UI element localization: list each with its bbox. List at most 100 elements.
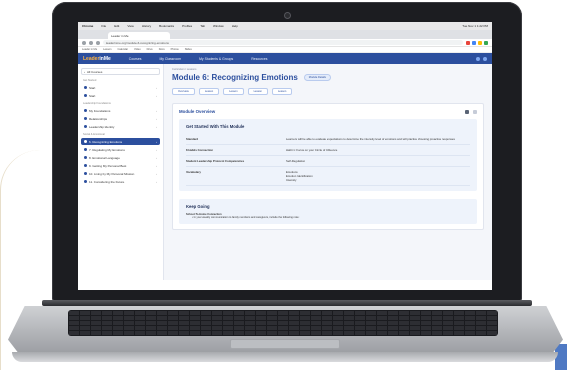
laptop-hinge [42, 300, 532, 306]
module-tab[interactable]: Lesson [198, 88, 220, 95]
nav-courses[interactable]: Courses [129, 57, 142, 61]
sidebar-group-label: Get Started [83, 79, 97, 82]
sidebar-item[interactable]: My Foundations › [81, 107, 160, 114]
sidebar-item-label: Start [89, 85, 96, 90]
sidebar-group-label: Social & Emotional [83, 133, 105, 136]
sidebar-item[interactable]: 9. Getting My Personal Best › [81, 162, 160, 169]
sidebar-item[interactable]: 8. Emotional Language › [81, 154, 160, 161]
header-actions [476, 56, 487, 61]
get-started-section: Get Started With This Module Standard Lea… [179, 119, 477, 191]
overview-row-value: Self-Regulation [286, 159, 306, 163]
bullet-icon [84, 140, 87, 143]
print-icon[interactable] [465, 109, 469, 114]
forward-icon[interactable] [89, 40, 93, 45]
bullet-icon [84, 156, 87, 159]
overview-card: Module Overview Get Started With This Mo… [172, 103, 484, 230]
nav-students[interactable]: My Students & Groups [199, 57, 233, 61]
chevron-left-icon: ‹ [84, 69, 85, 74]
sidebar-item[interactable]: Relationships › [81, 115, 160, 122]
back-icon[interactable] [82, 40, 86, 45]
overview-row-label: 8 Habits Connection [186, 148, 214, 152]
module-tab[interactable]: Lesson [271, 88, 293, 95]
menu-profiles[interactable]: Profiles [182, 24, 192, 28]
menu-view[interactable]: View [127, 24, 133, 28]
chevron-right-icon: › [156, 171, 157, 176]
bullet-icon [84, 125, 87, 128]
bookmark-item[interactable]: Leader in Me [82, 48, 97, 51]
extension-icon[interactable] [478, 40, 482, 45]
bookmark-item[interactable]: Drive [147, 48, 153, 51]
url-field[interactable]: leaderinme.org/module-6-recognizing-emot… [103, 40, 463, 45]
module-tab[interactable]: Lesson [247, 88, 268, 95]
bullet-icon [84, 109, 87, 112]
breadcrumb: Curriculum / Lessons [172, 68, 197, 71]
bookmark-item[interactable]: Video [134, 48, 141, 51]
menu-help[interactable]: Help [232, 24, 238, 28]
app-logo[interactable]: LeaderinMe [83, 56, 111, 62]
school-home-text: • In your weekly communication to family… [192, 216, 300, 219]
main-content: Curriculum / Lessons Module 6: Recognizi… [164, 64, 492, 280]
menu-history[interactable]: History [142, 24, 151, 28]
sidebar-item[interactable]: Start › [81, 84, 160, 91]
sidebar-item[interactable]: 11. Considering the Future › [81, 178, 160, 185]
extension-icon[interactable] [472, 40, 476, 45]
overview-row-value: Emotions Emotion Identification Intensit… [286, 170, 313, 182]
laptop-scene: Chrome File Edit View History Bookmarks Profil… [0, 0, 567, 370]
decorative-accent [555, 344, 567, 370]
bookmark-item[interactable]: Calendar [118, 48, 129, 51]
sidebar-item-label: Leadership Identity [89, 124, 115, 129]
sidebar-item[interactable]: 7. Regulating My Emotions › [81, 146, 160, 153]
menu-file[interactable]: File [101, 24, 106, 28]
overview-row-value: Learners will be able to evaluate expect… [286, 137, 455, 141]
sidebar-item[interactable]: 6. Recognizing Emotions › [81, 138, 160, 145]
keep-going-title: Keep Going [186, 204, 210, 209]
extensions [466, 40, 488, 45]
bookmark-item[interactable]: Docs [159, 48, 165, 51]
extension-icon[interactable] [484, 40, 488, 45]
nav-resources[interactable]: Resources [251, 57, 267, 61]
sidebar-item[interactable]: Leadership Identity › [81, 123, 160, 130]
module-details-button[interactable]: Module Details [303, 74, 331, 81]
sidebar-item-label: 7. Regulating My Emotions [89, 147, 125, 152]
trackpad [230, 339, 340, 349]
nav-classroom[interactable]: My Classroom [159, 57, 181, 61]
webcam-icon [284, 12, 291, 19]
address-bar-row: leaderinme.org/module-6-recognizing-emot… [78, 39, 492, 47]
sidebar: ‹ All Courses Get Started Start › Start › Lea… [78, 64, 164, 280]
bookmark-item[interactable]: Slides [185, 48, 192, 51]
overview-row: Standard Learners will be able to evaluat… [186, 134, 470, 145]
module-tab[interactable]: Lesson [223, 88, 244, 95]
chevron-right-icon: › [156, 93, 157, 98]
collapse-icon[interactable] [473, 109, 477, 114]
module-tab[interactable]: Overview [172, 88, 195, 95]
browser-tab[interactable]: Leader in Me [108, 32, 170, 39]
menu-tab[interactable]: Tab [200, 24, 205, 28]
keep-going-section: Keep Going School-To-Home Connection • I… [179, 199, 477, 224]
bullet-icon [84, 86, 87, 89]
menu-chrome[interactable]: Chrome [82, 24, 93, 28]
app-header: LeaderinMe Courses My Classroom My Stude… [78, 53, 492, 64]
overview-row-label: Vocabulary [186, 170, 201, 174]
chevron-right-icon: › [156, 147, 157, 152]
bullet-icon [84, 94, 87, 97]
chevron-right-icon: › [156, 139, 157, 144]
mac-menubar: Chrome File Edit View History Bookmarks Profil… [78, 22, 492, 30]
browser-tabstrip: Leader in Me [78, 30, 492, 39]
avatar[interactable] [483, 56, 487, 61]
menu-edit[interactable]: Edit [114, 24, 119, 28]
reload-icon[interactable] [96, 40, 100, 45]
chevron-right-icon: › [156, 155, 157, 160]
all-courses-button[interactable]: ‹ All Courses [81, 68, 160, 75]
overview-row-label: Student Leadership Protocol Competencies [186, 159, 245, 163]
overview-row: 8 Habits Connection Habit 1: Focus on you… [186, 145, 470, 156]
all-courses-label: All Courses [87, 69, 103, 74]
bookmark-item[interactable]: Photos [171, 48, 179, 51]
notification-icon[interactable] [476, 56, 480, 61]
overview-row-label: Standard [186, 137, 199, 141]
menu-bookmarks[interactable]: Bookmarks [159, 24, 174, 28]
bookmark-item[interactable]: Lesson [103, 48, 111, 51]
menu-window[interactable]: Window [213, 24, 224, 28]
sidebar-item[interactable]: Start › [81, 92, 160, 99]
extension-icon[interactable] [466, 40, 470, 45]
sidebar-item[interactable]: 10. Living by My Personal Mission › [81, 170, 160, 177]
